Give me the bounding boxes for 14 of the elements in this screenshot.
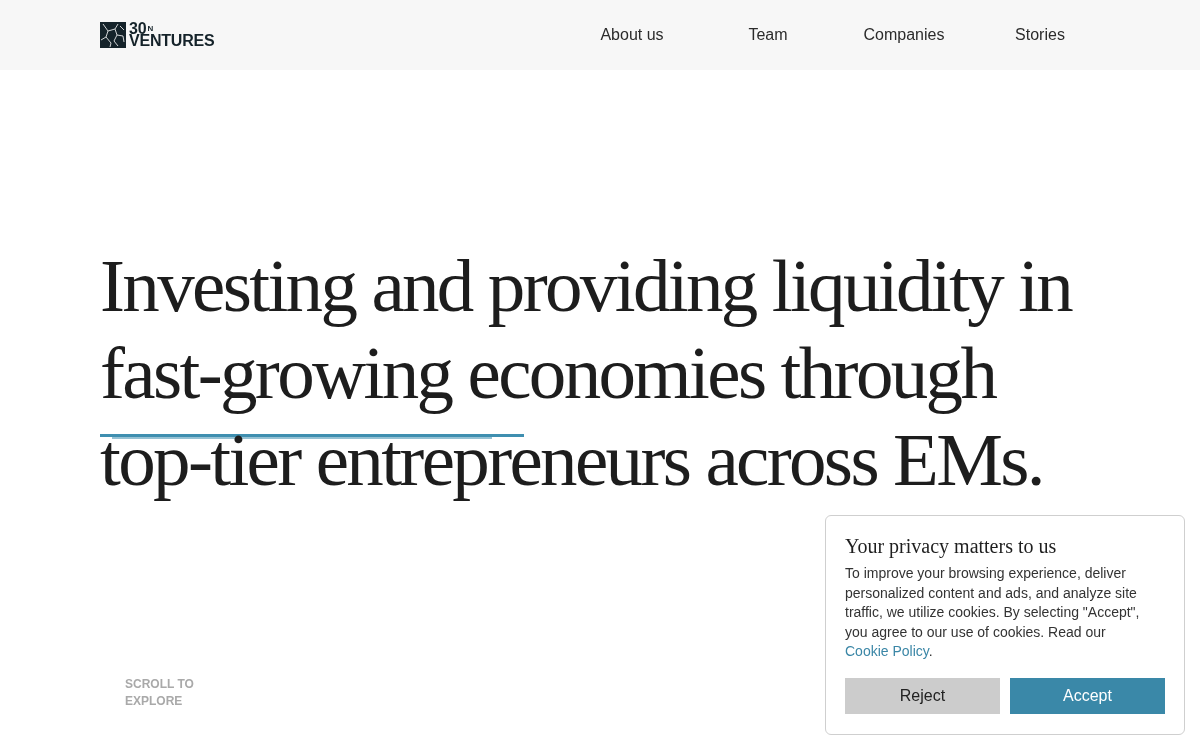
- cookie-notice-text: To improve your browsing experience, deliver personalized content and ads, and analyze site traffic, we utilize cookies. By selecting "Accept", you agree to our use of cookies. Read our Cookie Policy.: [845, 564, 1141, 662]
- nav-link[interactable]: Companies: [863, 22, 945, 48]
- reject-button[interactable]: Reject: [845, 677, 1000, 714]
- nav-link[interactable]: Stories: [1015, 22, 1065, 48]
- accept-button[interactable]: Accept: [1010, 677, 1165, 714]
- scroll-hint: SCROLL TO EXPLORE: [125, 676, 195, 710]
- logo-text: 30$^{N}$: [129, 22, 153, 35]
- logo-mark-icon: [100, 22, 126, 48]
- logo-text: VENTURES: [129, 35, 215, 48]
- logo[interactable]: 30$^{N}$ VENTURES: [100, 22, 215, 48]
- cookie-policy-link[interactable]: Cookie Policy: [845, 643, 929, 660]
- nav-link[interactable]: About us: [600, 22, 664, 48]
- nav-link[interactable]: Team: [748, 22, 788, 48]
- dialog-title: Your privacy matters to us: [845, 535, 1058, 557]
